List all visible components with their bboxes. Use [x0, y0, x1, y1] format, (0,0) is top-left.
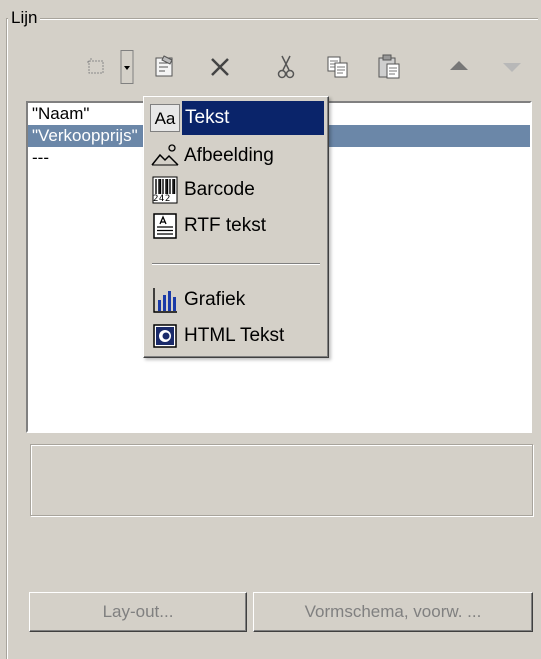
text-aa-glyph: Aa [150, 104, 180, 132]
info-panel [30, 444, 533, 516]
copy-button[interactable] [320, 52, 356, 86]
image-icon [148, 139, 182, 173]
layout-button[interactable]: Lay-out... [29, 592, 247, 632]
menu-item-barcode[interactable]: 242 Barcode [148, 173, 324, 207]
menu-item-rtf-tekst[interactable]: RTF tekst [148, 209, 324, 243]
paste-button[interactable] [372, 52, 408, 86]
menu-item-label: HTML Tekst [184, 325, 285, 346]
copy-icon [325, 54, 351, 85]
menu-item-afbeelding[interactable]: Afbeelding [148, 139, 324, 173]
menu-item-label: Tekst [182, 101, 324, 135]
properties-icon [150, 54, 178, 85]
move-down-button[interactable] [494, 52, 530, 86]
cut-button[interactable] [268, 52, 304, 86]
html-text-icon [148, 319, 182, 353]
delete-button[interactable] [202, 52, 238, 86]
menu-item-label: RTF tekst [184, 215, 266, 236]
rtf-text-icon [148, 209, 182, 243]
group-title-text: Lijn [11, 8, 38, 27]
delete-icon [207, 55, 233, 84]
text-aa-icon: Aa [148, 101, 182, 135]
menu-item-grafiek[interactable]: Grafiek [148, 283, 324, 317]
new-field-icon [86, 57, 108, 82]
layout-button-label: Lay-out... [102, 602, 174, 621]
insert-type-dropdown-button[interactable] [116, 49, 138, 89]
insert-type-menu: Aa Tekst Afbeelding 242 Barcode RTF teks… [143, 96, 329, 358]
move-up-button[interactable] [441, 52, 477, 86]
move-down-icon [500, 57, 524, 82]
new-field-button[interactable] [80, 52, 114, 86]
chart-icon [148, 283, 182, 317]
dropdown-arrow-icon [120, 49, 134, 89]
menu-item-label: Barcode [184, 179, 255, 200]
menu-item-tekst[interactable]: Aa Tekst [148, 101, 324, 135]
schema-button-label: Vormschema, voorw. ... [304, 602, 482, 621]
menu-item-label: Grafiek [184, 289, 246, 310]
barcode-icon: 242 [148, 173, 182, 207]
menu-item-label: Afbeelding [184, 145, 274, 166]
menu-separator [152, 263, 320, 265]
barcode-digits: 242 [153, 194, 171, 204]
properties-button[interactable] [146, 52, 182, 86]
move-up-icon [447, 57, 471, 82]
group-title: Lijn [8, 8, 41, 28]
schema-button[interactable]: Vormschema, voorw. ... [253, 592, 533, 632]
paste-icon [376, 53, 404, 86]
cut-icon [275, 54, 297, 85]
menu-item-html-tekst[interactable]: HTML Tekst [148, 319, 324, 353]
